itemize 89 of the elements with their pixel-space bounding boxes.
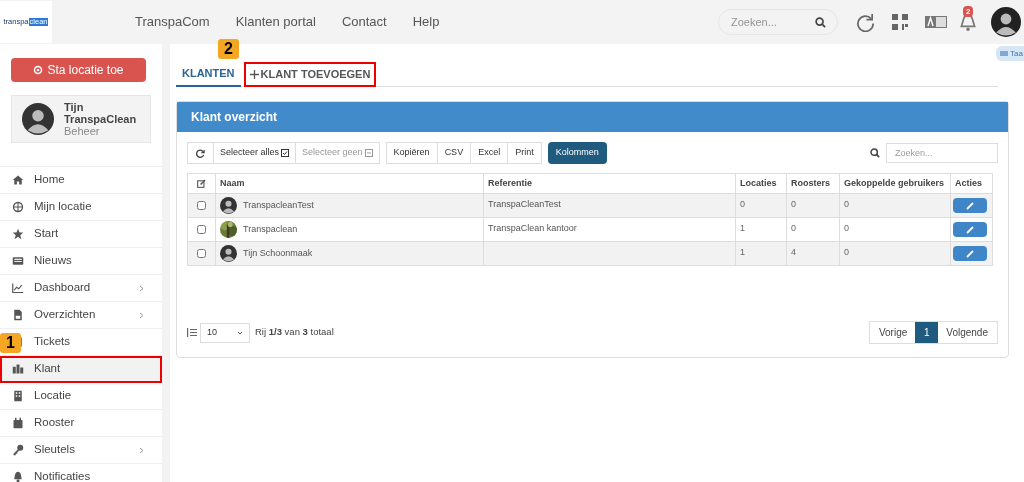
table-cell: 0 xyxy=(791,199,796,209)
nav-link[interactable]: Contact xyxy=(341,12,387,32)
nav-link[interactable]: Help xyxy=(412,12,440,32)
user-avatar xyxy=(22,103,54,135)
avatar xyxy=(220,197,237,214)
table-cell: 0 xyxy=(740,199,745,209)
table-cell[interactable]: Transpaclean xyxy=(243,222,298,237)
table-cell: 1 xyxy=(740,223,745,233)
export-button[interactable]: CSV xyxy=(437,143,472,163)
translate-icon[interactable] xyxy=(925,16,947,28)
sidebar-item[interactable]: Overzichten xyxy=(0,302,162,329)
edit-button[interactable] xyxy=(953,246,987,261)
column-header[interactable]: Naam xyxy=(215,173,484,194)
key-icon xyxy=(12,444,24,456)
step-tooltip: 1 xyxy=(0,333,21,353)
table-cell: 0 xyxy=(844,247,849,257)
row-checkbox[interactable] xyxy=(197,224,206,234)
export-button[interactable]: Excel xyxy=(471,143,509,163)
chevron-right-icon xyxy=(139,311,144,319)
edit-button[interactable] xyxy=(953,198,987,213)
side-tab[interactable]: Taa xyxy=(996,46,1024,61)
export-button[interactable]: Kopiëren xyxy=(386,143,438,163)
page-size-select[interactable]: 10 xyxy=(200,322,250,343)
export-button[interactable]: Print xyxy=(508,143,541,163)
edit-icon xyxy=(197,179,206,188)
user-avatar xyxy=(991,7,1021,37)
allow-location-button[interactable]: Sta locatie toe xyxy=(11,58,146,82)
table-cell: 4 xyxy=(791,247,796,257)
column-header[interactable]: Acties xyxy=(950,173,993,194)
edit-button[interactable] xyxy=(953,222,987,237)
pencil-icon xyxy=(966,249,974,258)
search-field[interactable]: Zoeken... xyxy=(718,9,838,35)
table-cell: TranspaClean kantoor xyxy=(488,223,577,233)
table-cell: TranspaCleanTest xyxy=(488,199,561,209)
refresh-icon[interactable] xyxy=(856,12,875,32)
checked-box-icon xyxy=(281,149,290,157)
table-cell: 1 xyxy=(740,247,745,257)
nav-link[interactable]: TranspaCom xyxy=(135,12,210,32)
column-header[interactable]: Referentie xyxy=(483,173,736,194)
globe-icon xyxy=(12,201,24,213)
minus-box-icon xyxy=(364,149,373,157)
table-cell[interactable]: TranspacleanTest xyxy=(243,198,314,213)
avatar xyxy=(220,245,237,262)
chevron-right-icon xyxy=(139,446,144,454)
select-all-button[interactable]: Selecteer alles xyxy=(214,143,297,163)
tab[interactable]: KLANT TOEVOEGEN xyxy=(243,62,377,87)
user-name: Tijn TranspaClean xyxy=(64,101,134,125)
document-icon xyxy=(12,309,24,321)
column-header[interactable]: Locaties xyxy=(735,173,787,194)
plus-icon xyxy=(249,70,259,80)
tab[interactable]: KLANTEN xyxy=(176,62,241,87)
column-header[interactable]: Roosters xyxy=(786,173,840,194)
list-icon xyxy=(187,328,197,337)
pencil-icon xyxy=(966,201,974,210)
rows-summary: Rij 1/3 van 3 totaal xyxy=(255,325,334,340)
line-chart-icon xyxy=(12,282,24,294)
step-tooltip: 2 xyxy=(218,39,239,59)
column-header[interactable]: Gekoppelde gebruikers xyxy=(839,173,951,194)
nav-link[interactable]: Klanten portal xyxy=(235,12,316,32)
crosshair-icon xyxy=(33,65,44,75)
bell-icon xyxy=(12,471,24,482)
table-cell: 0 xyxy=(844,199,849,209)
pagination-button[interactable]: Volgende xyxy=(938,322,997,343)
home-icon xyxy=(12,174,24,186)
panel-header: Klant overzicht xyxy=(177,102,1008,132)
table-cell: 0 xyxy=(791,223,796,233)
pagination-button[interactable]: 1 xyxy=(915,322,939,343)
newspaper-icon xyxy=(12,255,24,267)
row-checkbox[interactable] xyxy=(197,200,206,210)
table-cell[interactable]: Tijn Schoonmaak xyxy=(243,246,313,261)
chevron-right-icon xyxy=(139,284,144,292)
search-icon xyxy=(870,148,880,158)
pagination-button[interactable]: Vorige xyxy=(869,322,916,343)
search-field[interactable]: Zoeken... xyxy=(886,143,998,163)
table-cell: 0 xyxy=(844,223,849,233)
row-checkbox[interactable] xyxy=(197,248,206,258)
chevron-down-icon xyxy=(237,330,243,335)
buildings-icon xyxy=(12,363,24,375)
qr-code-icon[interactable] xyxy=(892,14,908,30)
pencil-icon xyxy=(966,225,974,234)
user-role: Beheer xyxy=(64,125,101,137)
building-icon xyxy=(12,390,24,402)
notification-badge: 2 xyxy=(963,6,974,17)
search-icon xyxy=(815,17,826,28)
calendar-icon xyxy=(12,417,24,429)
refresh-icon xyxy=(196,148,205,158)
sidebar-item[interactable]: Klant xyxy=(0,356,162,383)
star-icon xyxy=(12,228,24,240)
columns-button[interactable]: Kolommen xyxy=(547,142,607,164)
